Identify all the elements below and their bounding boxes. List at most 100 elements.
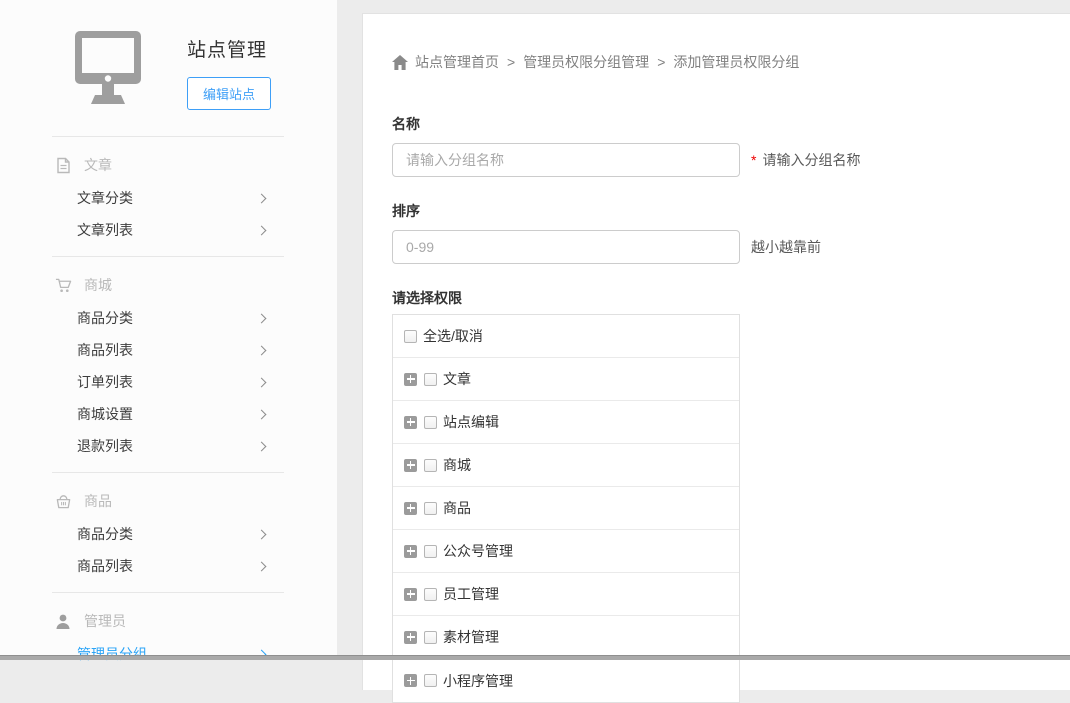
sidebar-item[interactable]: 订单列表 xyxy=(0,366,265,398)
chevron-right-icon xyxy=(257,530,267,540)
sidebar-item-label: 商品列表 xyxy=(77,340,133,360)
sidebar-section-label: 文章 xyxy=(84,155,112,175)
sidebar-section-header: 文章 xyxy=(0,137,337,176)
sidebar-section-label: 商城 xyxy=(84,275,112,295)
chevron-right-icon xyxy=(257,378,267,388)
sidebar-sections: 文章文章分类文章列表商城商品分类商品列表订单列表商城设置退款列表商品商品分类商品… xyxy=(0,136,337,680)
name-field-label: 名称 xyxy=(392,114,1070,134)
permission-label: 站点编辑 xyxy=(443,412,499,432)
permission-row: 素材管理 xyxy=(393,616,739,659)
main-panel: 站点管理首页>管理员权限分组管理>添加管理员权限分组 名称 * 请输入分组名称 … xyxy=(362,13,1070,690)
chevron-right-icon xyxy=(257,194,267,204)
group-name-input[interactable] xyxy=(392,143,740,177)
chevron-right-icon xyxy=(257,314,267,324)
permission-checkbox[interactable] xyxy=(424,416,437,429)
site-title: 站点管理 xyxy=(187,35,271,62)
permission-checkbox[interactable] xyxy=(424,502,437,515)
expand-plus-icon[interactable] xyxy=(404,416,417,429)
cart-icon xyxy=(55,277,72,294)
horizontal-scrollbar[interactable] xyxy=(0,655,1070,660)
expand-plus-icon[interactable] xyxy=(404,459,417,472)
edit-site-button[interactable]: 编辑站点 xyxy=(187,77,271,110)
permission-label: 公众号管理 xyxy=(443,541,513,561)
sidebar-section-header: 管理员 xyxy=(0,593,337,632)
permission-label: 商城 xyxy=(443,455,471,475)
permission-row: 公众号管理 xyxy=(393,530,739,573)
sidebar-item[interactable]: 退款列表 xyxy=(0,430,265,462)
sidebar-item[interactable]: 商品列表 xyxy=(0,334,265,366)
sidebar-item[interactable]: 商品分类 xyxy=(0,302,265,334)
select-all-row: 全选/取消 xyxy=(393,315,739,358)
sidebar-item-label: 管理员分组 xyxy=(77,644,147,664)
expand-plus-icon[interactable] xyxy=(404,502,417,515)
chevron-right-icon xyxy=(257,226,267,236)
required-asterisk: * xyxy=(751,152,756,168)
permission-checkbox[interactable] xyxy=(424,545,437,558)
sidebar-item-label: 退款列表 xyxy=(77,436,133,456)
select-all-label: 全选/取消 xyxy=(423,326,483,346)
breadcrumb-items: 站点管理首页>管理员权限分组管理>添加管理员权限分组 xyxy=(415,52,799,72)
permission-label: 小程序管理 xyxy=(443,671,513,691)
sidebar-item-label: 商城设置 xyxy=(77,404,133,424)
basket-icon xyxy=(55,493,72,510)
chevron-right-icon xyxy=(257,442,267,452)
expand-plus-icon[interactable] xyxy=(404,674,417,687)
permission-checkbox[interactable] xyxy=(424,631,437,644)
permission-row: 文章 xyxy=(393,358,739,401)
admin-icon xyxy=(55,613,72,630)
sidebar-item[interactable]: 商品列表 xyxy=(0,550,265,582)
sidebar-item-label: 商品分类 xyxy=(77,524,133,544)
permission-checkbox[interactable] xyxy=(424,459,437,472)
permission-checkbox[interactable] xyxy=(424,674,437,687)
name-field-note: 请输入分组名称 xyxy=(762,150,860,170)
permission-checkbox[interactable] xyxy=(424,373,437,386)
expand-plus-icon[interactable] xyxy=(404,373,417,386)
select-all-checkbox[interactable] xyxy=(404,330,417,343)
chevron-right-icon xyxy=(257,410,267,420)
chevron-right-icon xyxy=(257,346,267,356)
sidebar-section-header: 商品 xyxy=(0,473,337,512)
permission-row: 商城 xyxy=(393,444,739,487)
monitor-icon xyxy=(63,30,145,105)
sidebar-item[interactable]: 管理员分组 xyxy=(0,638,265,670)
chevron-right-icon xyxy=(257,562,267,572)
sidebar-section-header: 商城 xyxy=(0,257,337,296)
sort-field-label: 排序 xyxy=(392,201,1070,221)
permission-label: 员工管理 xyxy=(443,584,499,604)
sidebar: 站点管理 编辑站点 文章文章分类文章列表商城商品分类商品列表订单列表商城设置退款… xyxy=(0,0,337,660)
breadcrumb-link[interactable]: 管理员权限分组管理 xyxy=(523,54,649,70)
sidebar-item-label: 商品分类 xyxy=(77,308,133,328)
sidebar-item[interactable]: 商品分类 xyxy=(0,518,265,550)
permission-label: 素材管理 xyxy=(443,627,499,647)
sidebar-item[interactable]: 文章分类 xyxy=(0,182,265,214)
expand-plus-icon[interactable] xyxy=(404,588,417,601)
sidebar-item[interactable]: 文章列表 xyxy=(0,214,265,246)
sort-order-input[interactable] xyxy=(392,230,740,264)
breadcrumb-link[interactable]: 站点管理首页 xyxy=(415,54,499,70)
sidebar-section-label: 管理员 xyxy=(84,611,126,631)
site-logo-area: 站点管理 编辑站点 xyxy=(0,0,337,110)
expand-plus-icon[interactable] xyxy=(404,545,417,558)
permission-row: 站点编辑 xyxy=(393,401,739,444)
permission-label: 文章 xyxy=(443,369,471,389)
article-icon xyxy=(55,157,72,174)
expand-plus-icon[interactable] xyxy=(404,631,417,644)
sidebar-item-label: 商品列表 xyxy=(77,556,133,576)
sort-field: 排序 越小越靠前 xyxy=(392,201,1070,264)
permissions-label: 请选择权限 xyxy=(392,288,1070,308)
sort-field-note: 越小越靠前 xyxy=(751,237,821,257)
sidebar-item-label: 文章列表 xyxy=(77,220,133,240)
breadcrumb-separator: > xyxy=(657,54,665,70)
permission-checkbox[interactable] xyxy=(424,588,437,601)
sidebar-item-label: 订单列表 xyxy=(77,372,133,392)
permission-row: 商品 xyxy=(393,487,739,530)
home-icon xyxy=(392,55,408,70)
name-field: 名称 * 请输入分组名称 xyxy=(392,114,1070,177)
permission-row: 员工管理 xyxy=(393,573,739,616)
sidebar-item-label: 文章分类 xyxy=(77,188,133,208)
permission-rows: 文章站点编辑商城商品公众号管理员工管理素材管理小程序管理 xyxy=(393,358,739,702)
breadcrumb-separator: > xyxy=(507,54,515,70)
sidebar-section-label: 商品 xyxy=(84,491,112,511)
permission-table: 全选/取消 文章站点编辑商城商品公众号管理员工管理素材管理小程序管理 xyxy=(392,314,740,703)
sidebar-item[interactable]: 商城设置 xyxy=(0,398,265,430)
